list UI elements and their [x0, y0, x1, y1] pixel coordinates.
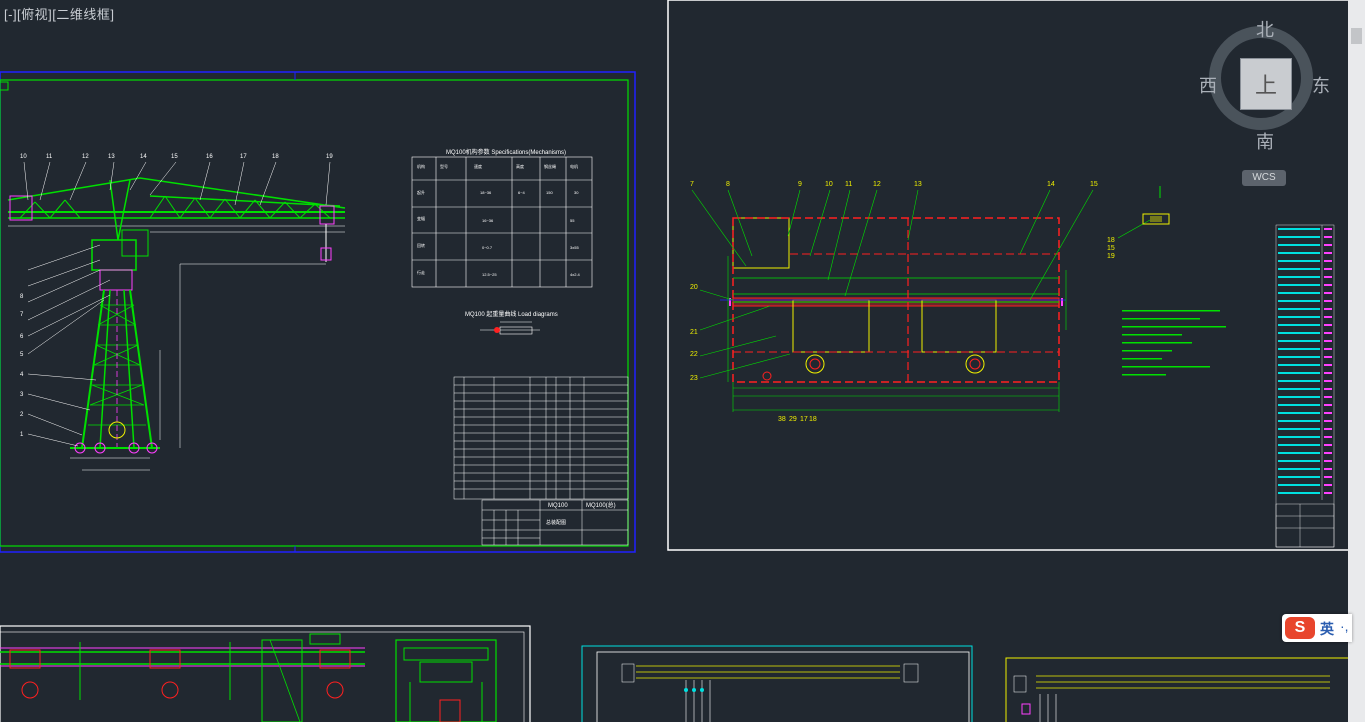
- viewcube[interactable]: 上 北 南 东 西: [1199, 20, 1330, 153]
- svg-text:高度: 高度: [516, 163, 524, 169]
- svg-text:7: 7: [690, 181, 694, 188]
- load-diagram: [480, 321, 540, 335]
- spec-table: [411, 156, 593, 288]
- svg-text:12: 12: [873, 181, 881, 188]
- svg-text:5: 5: [20, 352, 24, 358]
- svg-text:17: 17: [800, 416, 808, 423]
- svg-text:19: 19: [326, 154, 333, 160]
- svg-text:起升: 起升: [417, 189, 425, 195]
- svg-text:机构: 机构: [417, 163, 425, 169]
- svg-text:电机: 电机: [570, 163, 578, 169]
- svg-text:11: 11: [46, 154, 53, 160]
- svg-text:22: 22: [690, 351, 698, 358]
- svg-text:8: 8: [726, 181, 730, 188]
- svg-text:钢丝绳: 钢丝绳: [544, 163, 556, 169]
- spec-table-title: MQ100机构参数 Specifications(Mechanisms): [446, 148, 566, 156]
- svg-text:55: 55: [570, 218, 575, 223]
- svg-text:14: 14: [1047, 181, 1055, 188]
- svg-text:3x55: 3x55: [570, 245, 579, 250]
- svg-text:10: 10: [825, 181, 833, 188]
- svg-text:9: 9: [798, 181, 802, 188]
- svg-text:150: 150: [546, 190, 553, 195]
- svg-text:6~4: 6~4: [518, 190, 526, 195]
- svg-text:3: 3: [20, 392, 24, 398]
- sogou-logo-icon[interactable]: S: [1285, 617, 1315, 639]
- scrollbar-thumb[interactable]: [1351, 28, 1362, 44]
- drawing-canvas[interactable]: 10 11 12 13 14 15 16 17 18 19 123 456 78 MQ100…: [0, 0, 1365, 722]
- svg-text:13: 13: [914, 181, 922, 188]
- ime-punctuation-toggle[interactable]: ·,: [1340, 618, 1349, 634]
- svg-text:0~0.7: 0~0.7: [482, 245, 493, 250]
- svg-text:15: 15: [1107, 245, 1115, 252]
- sheet-3-gantry: [0, 625, 531, 722]
- crane-jib: [7, 177, 346, 265]
- svg-text:15: 15: [1090, 181, 1098, 188]
- viewcube-top-face[interactable]: 上: [1240, 58, 1292, 110]
- sheet-2-parts-rows: [1278, 228, 1332, 494]
- svg-text:8: 8: [20, 294, 24, 300]
- compass-east[interactable]: 东: [1312, 72, 1330, 98]
- ime-toolbar[interactable]: S 英 ·,: [1282, 614, 1352, 642]
- svg-text:2: 2: [20, 412, 24, 418]
- ime-language-toggle[interactable]: 英: [1320, 619, 1334, 639]
- svg-text:18~36: 18~36: [480, 190, 492, 195]
- svg-text:16~36: 16~36: [482, 218, 494, 223]
- compass-west[interactable]: 西: [1199, 72, 1217, 98]
- sheet-1-leaders: [23, 161, 331, 447]
- svg-text:行走: 行走: [417, 269, 425, 275]
- svg-text:1: 1: [20, 432, 24, 438]
- parts-list: [453, 376, 629, 500]
- sheet-2-parts-table: [1275, 224, 1335, 548]
- svg-text:18: 18: [809, 416, 817, 423]
- svg-text:型号: 型号: [440, 163, 448, 169]
- svg-text:18: 18: [272, 154, 279, 160]
- compass-north[interactable]: 北: [1256, 16, 1274, 42]
- svg-text:回转: 回转: [417, 242, 425, 248]
- svg-text:14: 14: [140, 154, 147, 160]
- svg-text:变幅: 变幅: [417, 215, 425, 221]
- sheet-1-callouts: 10 11 12 13 14 15 16 17 18 19 123 456 78: [20, 154, 333, 438]
- svg-text:23: 23: [690, 375, 698, 382]
- svg-text:6: 6: [20, 334, 24, 340]
- svg-text:12: 12: [82, 154, 89, 160]
- viewport-label[interactable]: [-][俯视][二维线框]: [4, 4, 115, 23]
- svg-text:15: 15: [171, 154, 178, 160]
- wcs-menu-button[interactable]: WCS: [1242, 170, 1286, 186]
- svg-text:19: 19: [1107, 253, 1115, 260]
- sheet-5-electrical-schematic: [1005, 657, 1357, 722]
- svg-text:13: 13: [108, 154, 115, 160]
- svg-text:10: 10: [20, 154, 27, 160]
- svg-text:17: 17: [240, 154, 247, 160]
- svg-text:7: 7: [20, 312, 24, 318]
- svg-text:12.5~25: 12.5~25: [482, 272, 497, 277]
- svg-text:4x2.4: 4x2.4: [570, 272, 581, 277]
- svg-text:29: 29: [789, 416, 797, 423]
- svg-text:18: 18: [1107, 237, 1115, 244]
- title-block-code: MQ100: [548, 503, 568, 509]
- title-block-desc: 总装配图: [546, 519, 566, 526]
- title-block-name: MQ100(总): [586, 501, 616, 509]
- svg-text:4: 4: [20, 372, 24, 378]
- svg-text:38: 38: [778, 416, 786, 423]
- svg-text:30: 30: [574, 190, 579, 195]
- svg-text:20: 20: [690, 284, 698, 291]
- sheet-4-electrical-schematic: [581, 645, 973, 722]
- compass-south[interactable]: 南: [1256, 128, 1274, 154]
- load-diagram-title: MQ100 起重量曲线 Load diagrams: [465, 310, 558, 318]
- svg-text:速度: 速度: [474, 163, 482, 169]
- svg-text:21: 21: [690, 329, 698, 336]
- sheet-1-crane-assembly: 10 11 12 13 14 15 16 17 18 19 123 456 78 MQ100…: [0, 71, 636, 553]
- sheet-2-notes: [1122, 310, 1226, 376]
- crane-tower: [70, 179, 181, 471]
- svg-text:16: 16: [206, 154, 213, 160]
- svg-text:11: 11: [845, 181, 852, 188]
